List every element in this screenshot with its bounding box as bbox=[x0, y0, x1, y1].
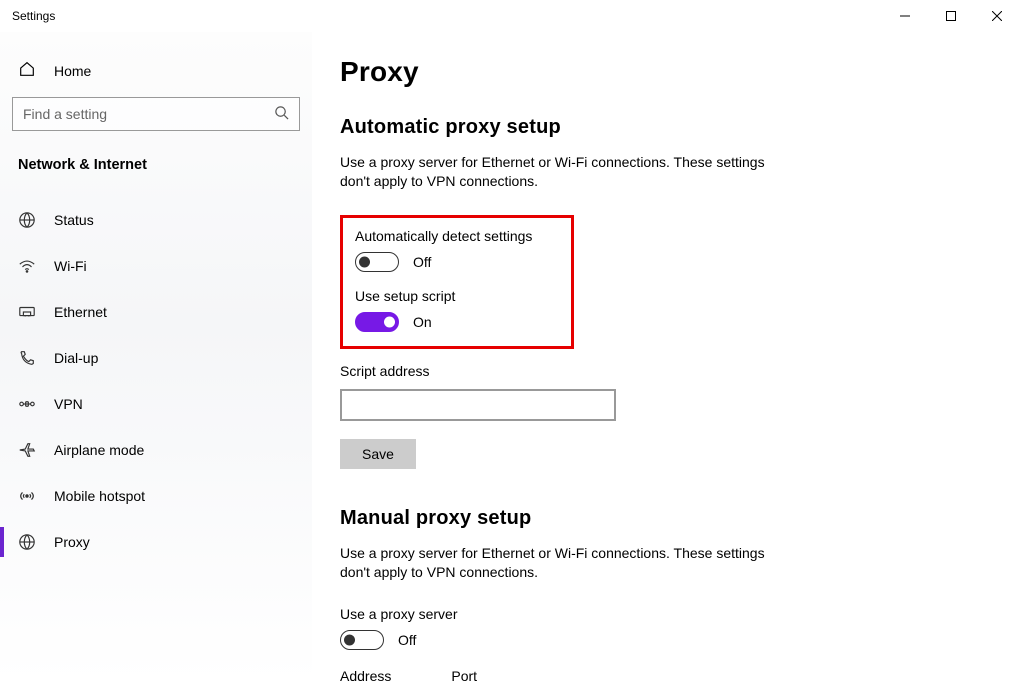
label-port: Port bbox=[451, 668, 477, 684]
search-box[interactable] bbox=[12, 97, 300, 131]
toggle-label-use-proxy: Use a proxy server bbox=[340, 606, 980, 622]
dialup-icon bbox=[18, 349, 36, 367]
home-nav[interactable]: Home bbox=[12, 50, 300, 97]
sidebar-item-label: Status bbox=[54, 212, 94, 228]
search-icon bbox=[274, 105, 289, 123]
save-button[interactable]: Save bbox=[340, 439, 416, 469]
home-label: Home bbox=[54, 63, 91, 79]
sidebar-item-proxy[interactable]: Proxy bbox=[12, 519, 300, 565]
sidebar-item-label: Proxy bbox=[54, 534, 90, 550]
window-title: Settings bbox=[12, 9, 55, 23]
home-icon bbox=[18, 60, 36, 81]
category-title: Network & Internet bbox=[12, 157, 300, 189]
maximize-button[interactable] bbox=[928, 0, 974, 32]
status-icon bbox=[18, 211, 36, 229]
nav-list: Status Wi-Fi Ethernet bbox=[12, 197, 300, 565]
caption-buttons bbox=[882, 0, 1020, 32]
sidebar-item-ethernet[interactable]: Ethernet bbox=[12, 289, 300, 335]
close-button[interactable] bbox=[974, 0, 1020, 32]
vpn-icon bbox=[18, 395, 36, 413]
sidebar-item-label: Airplane mode bbox=[54, 442, 144, 458]
toggle-script[interactable] bbox=[355, 312, 399, 332]
section-desc-manual: Use a proxy server for Ethernet or Wi-Fi… bbox=[340, 544, 770, 582]
section-heading-auto: Automatic proxy setup bbox=[340, 116, 980, 139]
minimize-button[interactable] bbox=[882, 0, 928, 32]
wifi-icon bbox=[18, 257, 36, 275]
airplane-icon bbox=[18, 441, 36, 459]
page-title: Proxy bbox=[340, 56, 980, 88]
sidebar-item-label: Ethernet bbox=[54, 304, 107, 320]
toggle-state-use-proxy: Off bbox=[398, 632, 416, 648]
label-address: Address bbox=[340, 668, 391, 684]
sidebar-item-wifi[interactable]: Wi-Fi bbox=[12, 243, 300, 289]
sidebar-item-dialup[interactable]: Dial-up bbox=[12, 335, 300, 381]
ethernet-icon bbox=[18, 303, 36, 321]
toggle-label-script: Use setup script bbox=[355, 288, 559, 304]
content-panel: Proxy Automatic proxy setup Use a proxy … bbox=[312, 32, 1020, 684]
titlebar: Settings bbox=[0, 0, 1020, 32]
sidebar-item-airplane[interactable]: Airplane mode bbox=[12, 427, 300, 473]
sidebar-item-label: Wi-Fi bbox=[54, 258, 87, 274]
toggle-group-use-proxy: Use a proxy server Off bbox=[340, 606, 980, 650]
highlight-annotation: Automatically detect settings Off Use se… bbox=[340, 215, 574, 349]
sidebar-item-status[interactable]: Status bbox=[12, 197, 300, 243]
sidebar-item-label: Mobile hotspot bbox=[54, 488, 145, 504]
toggle-group-script: Use setup script On bbox=[355, 288, 559, 332]
toggle-detect[interactable] bbox=[355, 252, 399, 272]
sidebar-item-label: Dial-up bbox=[54, 350, 98, 366]
label-script-address: Script address bbox=[340, 363, 980, 379]
input-script-address[interactable] bbox=[340, 389, 616, 421]
address-port-row: Address Port bbox=[340, 668, 980, 684]
toggle-use-proxy[interactable] bbox=[340, 630, 384, 650]
proxy-icon bbox=[18, 533, 36, 551]
search-input[interactable] bbox=[23, 106, 274, 122]
hotspot-icon bbox=[18, 487, 36, 505]
toggle-group-detect: Automatically detect settings Off bbox=[355, 228, 559, 272]
sidebar-item-hotspot[interactable]: Mobile hotspot bbox=[12, 473, 300, 519]
sidebar: Home Network & Internet Status bbox=[0, 32, 312, 684]
section-heading-manual: Manual proxy setup bbox=[340, 507, 980, 530]
sidebar-item-label: VPN bbox=[54, 396, 83, 412]
section-desc-auto: Use a proxy server for Ethernet or Wi-Fi… bbox=[340, 153, 770, 191]
toggle-state-script: On bbox=[413, 314, 432, 330]
sidebar-item-vpn[interactable]: VPN bbox=[12, 381, 300, 427]
toggle-state-detect: Off bbox=[413, 254, 431, 270]
toggle-label-detect: Automatically detect settings bbox=[355, 228, 559, 244]
